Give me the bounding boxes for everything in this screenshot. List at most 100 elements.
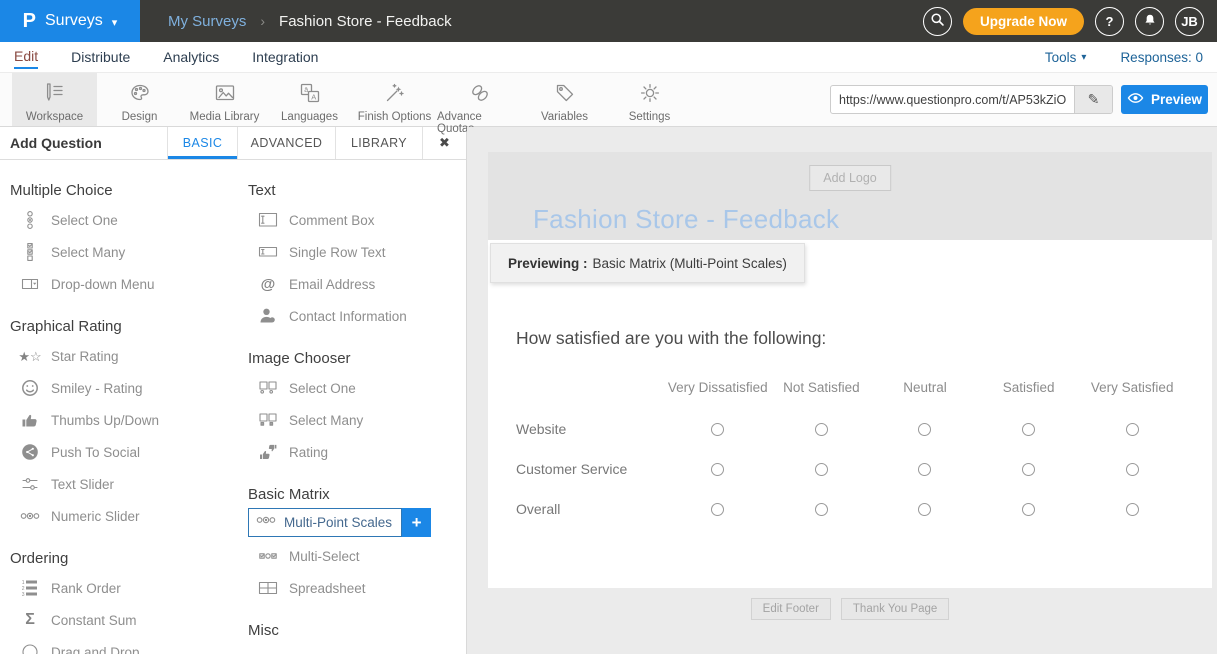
tools-dropdown[interactable]: Tools ▾ [1045, 50, 1087, 65]
qtype-push-to-social[interactable]: Push To Social [10, 436, 232, 468]
notifications-button[interactable] [1135, 7, 1164, 36]
tab-basic[interactable]: BASIC [167, 127, 237, 159]
search-button[interactable] [923, 7, 952, 36]
svg-text:ā: ā [304, 87, 308, 94]
scale-points-icon [19, 506, 41, 526]
qtype-label: Contact Information [289, 309, 407, 324]
add-question-header: Add Question BASIC ADVANCED LIBRARY ✖ [0, 127, 466, 160]
qtype-image-select-many[interactable]: Select Many [248, 404, 466, 436]
breadcrumb: My Surveys › Fashion Store - Feedback [168, 13, 452, 30]
tool-design[interactable]: Design [97, 73, 182, 126]
avatar[interactable]: JB [1175, 7, 1204, 36]
qtype-label: Rating [289, 445, 328, 460]
qtype-label: Drag and Drop [51, 645, 140, 654]
breadcrumb-current-survey: Fashion Store - Feedback [279, 13, 452, 30]
survey-footer: Edit Footer Thank You Page [488, 588, 1212, 632]
qtype-label: Spreadsheet [289, 581, 366, 596]
qtype-label: Thumbs Up/Down [51, 413, 159, 428]
survey-title[interactable]: Fashion Store - Feedback [533, 204, 839, 235]
tab-advanced[interactable]: ADVANCED [237, 127, 335, 159]
tool-advance-quotas[interactable]: Advance Quotas [437, 73, 522, 126]
qtype-select-one[interactable]: Select One [10, 204, 232, 236]
survey-url-input[interactable] [831, 93, 1074, 107]
qtype-thumbs-up-down[interactable]: Thumbs Up/Down [10, 404, 232, 436]
matrix-column-header: Very Satisfied [1080, 365, 1184, 409]
tab-library[interactable]: LIBRARY [335, 127, 422, 159]
radio-button[interactable] [815, 503, 828, 516]
radio-button[interactable] [815, 463, 828, 476]
section-basic-matrix: Basic Matrix [248, 486, 466, 503]
add-question-plus-button[interactable]: + [402, 508, 431, 537]
add-logo-button[interactable]: Add Logo [809, 165, 891, 191]
matrix-row-label: Customer Service [516, 449, 666, 489]
tool-finish-options[interactable]: Finish Options [352, 73, 437, 126]
radio-button[interactable] [1126, 503, 1139, 516]
tool-label: Languages [281, 111, 338, 123]
qtype-multi-point-scales-selected[interactable]: Multi-Point Scales + [248, 508, 466, 537]
survey-url-box: ✎ [830, 85, 1113, 114]
radio-button[interactable] [815, 423, 828, 436]
product-switcher[interactable]: P Surveys ▾ [0, 0, 140, 42]
tab-edit[interactable]: Edit [14, 46, 38, 69]
qtype-star-rating[interactable]: ★☆ Star Rating [10, 340, 232, 372]
responses-count[interactable]: Responses: 0 [1120, 50, 1203, 65]
upgrade-now-button[interactable]: Upgrade Now [963, 8, 1084, 35]
radio-button[interactable] [711, 423, 724, 436]
section-ordering: Ordering [10, 550, 232, 567]
qtype-numeric-slider[interactable]: Numeric Slider [10, 500, 232, 532]
question-text[interactable]: How satisfied are you with the following… [516, 328, 1184, 349]
gear-icon [638, 81, 662, 108]
edit-footer-button[interactable]: Edit Footer [751, 598, 831, 620]
radio-button[interactable] [918, 423, 931, 436]
radio-button[interactable] [1022, 423, 1035, 436]
tool-workspace[interactable]: Workspace [12, 73, 97, 126]
qtype-label: Select Many [289, 413, 363, 428]
thank-you-page-button[interactable]: Thank You Page [841, 598, 949, 620]
edit-url-button[interactable]: ✎ [1074, 86, 1112, 113]
tools-label: Tools [1045, 50, 1077, 65]
tab-analytics[interactable]: Analytics [163, 47, 219, 68]
previewing-value: Basic Matrix (Multi-Point Scales) [593, 256, 787, 271]
radio-button[interactable] [1022, 503, 1035, 516]
preview-button[interactable]: Preview [1121, 85, 1208, 114]
radio-button[interactable] [1126, 423, 1139, 436]
radio-button[interactable] [1126, 463, 1139, 476]
breadcrumb-my-surveys[interactable]: My Surveys [168, 13, 246, 30]
qtype-drag-and-drop[interactable]: Drag and Drop [10, 636, 232, 654]
questionpro-logo-icon: P [23, 10, 36, 33]
radio-button[interactable] [1022, 463, 1035, 476]
qtype-spreadsheet[interactable]: Spreadsheet [248, 572, 466, 604]
tool-languages[interactable]: āA Languages [267, 73, 352, 126]
qtype-image-select-one[interactable]: Select One [248, 372, 466, 404]
qtype-dropdown-menu[interactable]: Drop-down Menu [10, 268, 232, 300]
radio-button[interactable] [711, 503, 724, 516]
qtype-label: Constant Sum [51, 613, 137, 628]
qtype-contact-information[interactable]: Contact Information [248, 300, 466, 332]
sliders-icon [19, 474, 41, 494]
qtype-smiley-rating[interactable]: Smiley - Rating [10, 372, 232, 404]
qtype-image-rating[interactable]: Rating [248, 436, 466, 468]
radio-button[interactable] [711, 463, 724, 476]
tool-variables[interactable]: Variables [522, 73, 607, 126]
qtype-single-row-text[interactable]: Single Row Text [248, 236, 466, 268]
panel-title: Add Question [0, 127, 167, 159]
radio-button[interactable] [918, 463, 931, 476]
qtype-comment-box[interactable]: Comment Box [248, 204, 466, 236]
tool-media-library[interactable]: Media Library [182, 73, 267, 126]
edit-toolbar: Workspace Design Media Library āA Langua… [0, 73, 1217, 127]
tab-integration[interactable]: Integration [252, 47, 318, 68]
image-icon [213, 81, 237, 108]
qtype-rank-order[interactable]: 123 Rank Order [10, 572, 232, 604]
qtype-text-slider[interactable]: Text Slider [10, 468, 232, 500]
svg-text:A: A [311, 92, 316, 101]
qtype-multi-select[interactable]: Multi-Select [248, 540, 466, 572]
qtype-constant-sum[interactable]: Σ Constant Sum [10, 604, 232, 636]
qtype-select-many[interactable]: Select Many [10, 236, 232, 268]
tab-distribute[interactable]: Distribute [71, 47, 130, 68]
radio-button[interactable] [918, 503, 931, 516]
help-button[interactable]: ? [1095, 7, 1124, 36]
qtype-email-address[interactable]: @ Email Address [248, 268, 466, 300]
tool-settings[interactable]: Settings [607, 73, 692, 126]
qtype-label: Multi-Select [289, 549, 360, 564]
numbered-list-icon: 123 [19, 578, 41, 598]
